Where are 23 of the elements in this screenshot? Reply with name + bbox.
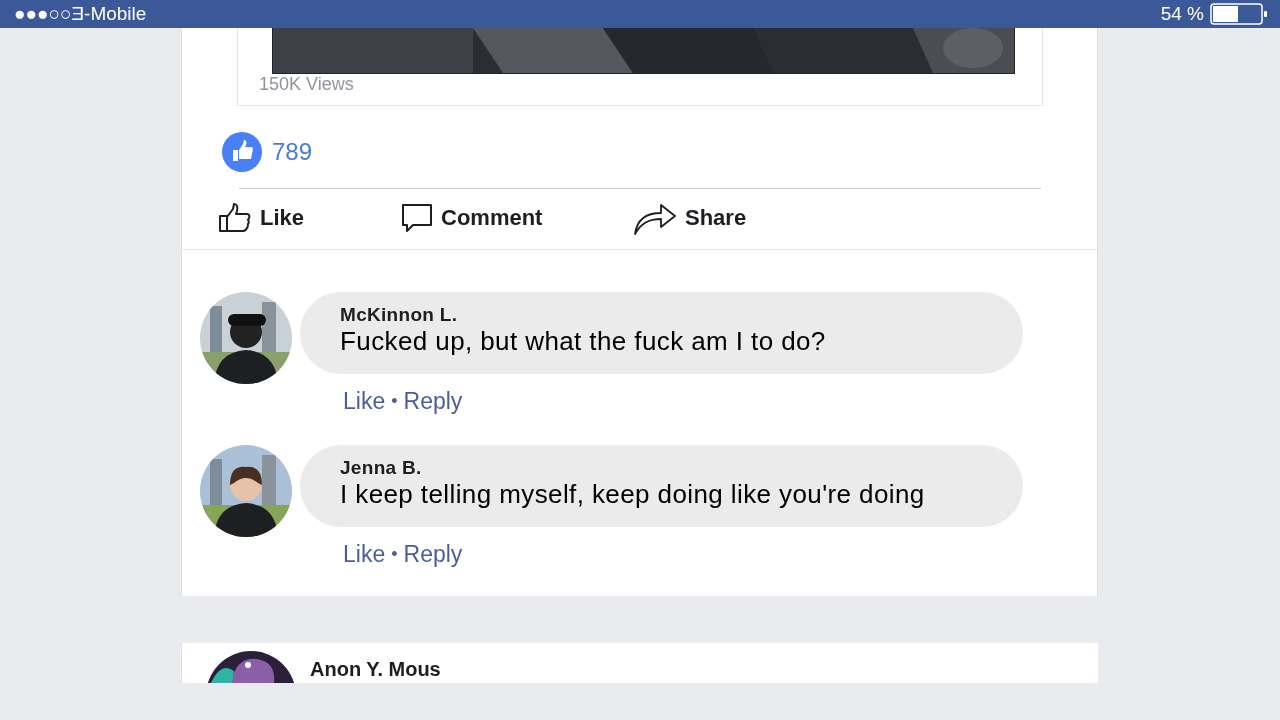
separator-dot: •	[391, 391, 398, 412]
comment-text: I keep telling myself, keep doing like you're doing	[340, 479, 926, 510]
comment-author[interactable]: Jenna B.	[340, 457, 983, 479]
reaction-count[interactable]: 789	[272, 138, 313, 166]
thumbs-up-icon	[218, 203, 252, 233]
like-link[interactable]: Like	[343, 541, 386, 568]
reply-link[interactable]: Reply	[403, 541, 463, 568]
reply-link[interactable]: Reply	[403, 388, 463, 415]
view-count: 150K Views	[259, 74, 355, 95]
comment-text: Fucked up, but what the fuck am I to do?	[340, 326, 827, 357]
like-button[interactable]: Like	[218, 203, 401, 233]
share-arrow-icon	[633, 201, 677, 235]
post-author[interactable]: Anon Y. Mous	[310, 658, 441, 683]
battery-icon	[1210, 3, 1268, 25]
speech-bubble-icon	[401, 203, 433, 233]
like-reaction-icon	[222, 132, 262, 172]
share-button[interactable]: Share	[633, 201, 833, 235]
comment-author[interactable]: McKinnon L.	[340, 304, 983, 326]
comment-button[interactable]: Comment	[401, 203, 633, 233]
carrier-name: ●●●○○Ǝ-Mobile	[14, 3, 147, 25]
like-link[interactable]: Like	[343, 388, 386, 415]
separator-dot: •	[391, 544, 398, 565]
battery-percent: 54 %	[1160, 3, 1204, 25]
